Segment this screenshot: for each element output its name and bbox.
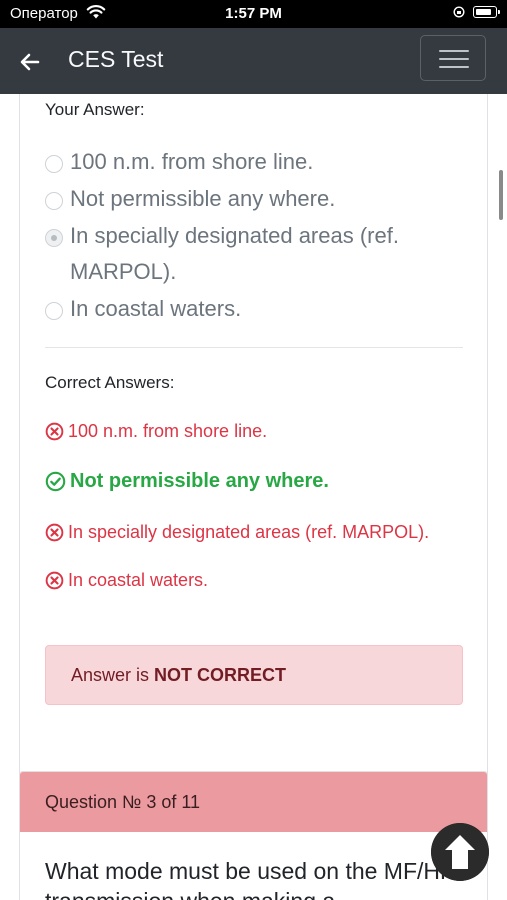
hamburger-menu-button[interactable] [420,35,486,81]
orientation-lock-icon [453,6,465,18]
status-bar: Оператор 1:57 PM [0,0,507,28]
back-arrow-icon[interactable] [18,50,42,74]
result-alert: Answer is NOT CORRECT [45,645,463,705]
radio-button[interactable] [45,192,63,210]
top-navbar: CES Test [0,28,507,94]
main-content[interactable]: Your Answer: 100 n.m. from shore line. N… [0,94,507,900]
question-number: Question № 3 of 11 [45,792,201,812]
radio-button[interactable] [45,302,63,320]
correct-answer-item-3: In specially designated areas (ref. MARP… [45,522,429,543]
page-title: CES Test [68,46,164,72]
clock: 1:57 PM [225,5,282,22]
correct-answer-item-4: In coastal waters. [45,570,208,591]
x-circle-icon [45,422,64,441]
x-circle-icon [45,523,64,542]
scrollbar[interactable] [499,170,503,220]
x-circle-icon [45,571,64,590]
check-circle-icon [45,471,66,492]
question-text: What mode must be used on the MF/HF tran… [45,858,455,900]
divider [45,347,463,348]
correct-answer-item-1: 100 n.m. from shore line. [45,421,267,442]
question-header: Question № 3 of 11 [20,772,487,832]
correct-answer-item-2: Not permissible any where. [45,470,329,493]
result-prefix: Answer is [71,665,150,685]
radio-button[interactable] [45,155,63,173]
result-verdict: NOT CORRECT [154,665,287,685]
your-answer-label: Your Answer: [45,100,145,119]
scroll-to-top-button[interactable] [431,823,489,881]
question-card: Question № 3 of 11 What mode must be use… [19,771,488,900]
radio-button-selected[interactable] [45,229,63,247]
correct-answers-label: Correct Answers: [45,373,175,392]
battery-icon [473,6,500,18]
